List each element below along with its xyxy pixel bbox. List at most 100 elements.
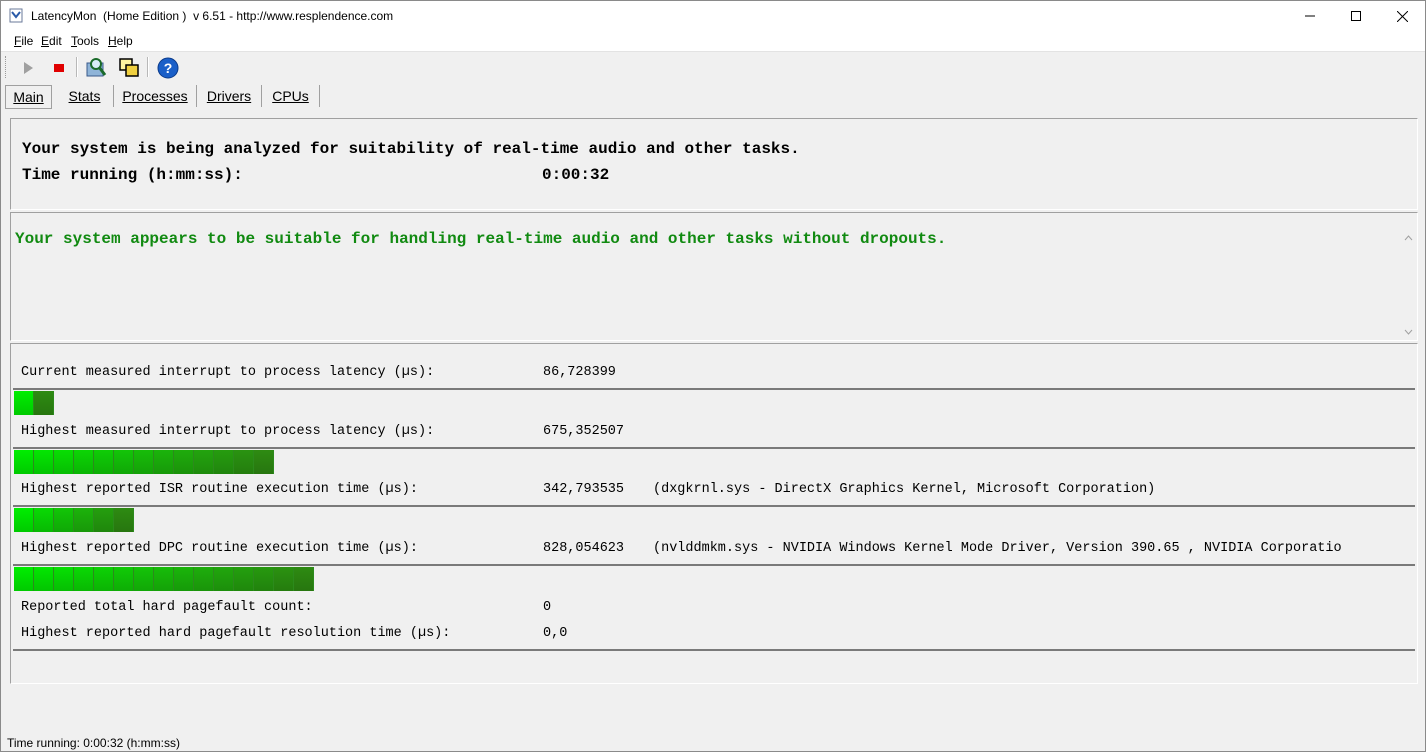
bar-segment (134, 567, 154, 591)
bar-segment (74, 567, 94, 591)
bar-segment (34, 450, 54, 474)
title-bar[interactable]: LatencyMon (Home Edition ) v 6.51 - http… (1, 1, 1425, 31)
scroll-arrows-icon (1404, 235, 1413, 335)
dpc-bar (13, 564, 1415, 592)
bar-segment (154, 450, 174, 474)
conclusion-text: Your system appears to be suitable for h… (15, 230, 947, 248)
bar-segment (54, 508, 74, 532)
bar-segment (94, 508, 114, 532)
bar-segment (234, 450, 254, 474)
isr-value: 342,793535 (543, 482, 625, 497)
stop-button[interactable] (46, 55, 72, 81)
bar-segment (74, 450, 94, 474)
tab-cpus[interactable]: CPUs (262, 85, 320, 107)
time-running-label: Time running (h:mm:ss): (22, 166, 243, 184)
conclusion-panel: Your system appears to be suitable for h… (10, 212, 1418, 341)
windows-button[interactable] (116, 55, 142, 81)
current-latency-bar-fill (14, 391, 54, 415)
maximize-icon (1351, 11, 1361, 21)
isr-bar (13, 505, 1415, 533)
bar-segment (174, 567, 194, 591)
highest-latency-value: 675,352507 (543, 424, 625, 439)
metrics-panel: Current measured interrupt to process la… (10, 343, 1418, 684)
app-icon (9, 8, 23, 23)
bar-segment (34, 508, 54, 532)
play-icon (24, 62, 33, 74)
highest-latency-label: Highest measured interrupt to process la… (21, 424, 435, 439)
isr-driver-detail: (dxgkrnl.sys - DirectX Graphics Kernel, … (653, 482, 1156, 497)
current-latency-value: 86,728399 (543, 365, 616, 380)
bar-segment (134, 450, 154, 474)
minimize-button[interactable] (1287, 1, 1333, 31)
time-running-value: 0:00:32 (542, 166, 610, 184)
menu-help[interactable]: Help (108, 34, 133, 48)
bar-segment (114, 508, 134, 532)
highest-latency-bar-fill (14, 450, 274, 474)
bar-segment (94, 567, 114, 591)
tab-main[interactable]: Main (5, 85, 52, 109)
help-button[interactable]: ? (155, 55, 181, 81)
dpc-value: 828,054623 (543, 541, 625, 556)
bar-segment (34, 391, 54, 415)
analysis-heading: Your system is being analyzed for suitab… (22, 140, 800, 158)
summary-panel: Your system is being analyzed for suitab… (10, 118, 1418, 210)
bar-segment (94, 450, 114, 474)
toolbar: ? (1, 52, 1425, 83)
bar-segment (294, 567, 314, 591)
start-button[interactable] (15, 55, 41, 81)
bar-segment (114, 450, 134, 474)
pagefault-time-label: Highest reported hard pagefault resoluti… (21, 626, 451, 641)
conclusion-scrollbar[interactable] (1400, 229, 1417, 340)
tab-stats[interactable]: Stats (56, 85, 114, 107)
isr-label: Highest reported ISR routine execution t… (21, 482, 418, 497)
isr-bar-fill (14, 508, 134, 532)
bar-segment (214, 567, 234, 591)
bar-segment (254, 567, 274, 591)
bar-segment (154, 567, 174, 591)
bar-segment (54, 567, 74, 591)
menu-edit[interactable]: Edit (41, 34, 62, 48)
bar-segment (14, 450, 34, 474)
status-text: Time running: 0:00:32 (h:mm:ss) (7, 736, 180, 750)
search-drivers-icon (86, 58, 107, 77)
bar-segment (194, 450, 214, 474)
bar-segment (14, 508, 34, 532)
bar-segment (74, 508, 94, 532)
bar-segment (34, 567, 54, 591)
menu-tools[interactable]: Tools (71, 34, 99, 48)
toolbar-grip[interactable] (5, 56, 8, 78)
toolbar-separator (76, 57, 78, 77)
bar-segment (254, 450, 274, 474)
status-bar: Time running: 0:00:32 (h:mm:ss) (1, 734, 1425, 751)
bar-segment (194, 567, 214, 591)
highest-latency-bar (13, 447, 1415, 475)
dpc-bar-fill (14, 567, 314, 591)
stop-icon (54, 64, 64, 72)
bar-segment (114, 567, 134, 591)
toolbar-separator (147, 57, 149, 77)
bar-segment (14, 391, 34, 415)
tab-processes[interactable]: Processes (114, 85, 197, 107)
pagefault-time-value: 0,0 (543, 626, 568, 641)
minimize-icon (1305, 15, 1315, 17)
pagefault-time-bar (13, 649, 1415, 677)
menu-file[interactable]: File (14, 34, 33, 48)
close-icon (1396, 10, 1408, 22)
bar-segment (54, 450, 74, 474)
pagefault-count-value: 0 (543, 600, 552, 615)
dpc-driver-detail: (nvlddmkm.sys - NVIDIA Windows Kernel Mo… (653, 541, 1342, 556)
bar-segment (274, 567, 294, 591)
bar-segment (174, 450, 194, 474)
close-button[interactable] (1379, 1, 1425, 31)
maximize-button[interactable] (1333, 1, 1379, 31)
latencymon-window: LatencyMon (Home Edition ) v 6.51 - http… (0, 0, 1426, 752)
bar-segment (214, 450, 234, 474)
window-title: LatencyMon (Home Edition ) v 6.51 - http… (31, 9, 394, 23)
find-drivers-button[interactable] (83, 55, 109, 81)
bar-segment (14, 567, 34, 591)
tab-bar: Main Stats Processes Drivers CPUs (1, 83, 1425, 109)
svg-text:?: ? (164, 60, 173, 76)
bar-segment (234, 567, 254, 591)
tab-drivers[interactable]: Drivers (197, 85, 262, 107)
pagefault-count-label: Reported total hard pagefault count: (21, 600, 313, 615)
